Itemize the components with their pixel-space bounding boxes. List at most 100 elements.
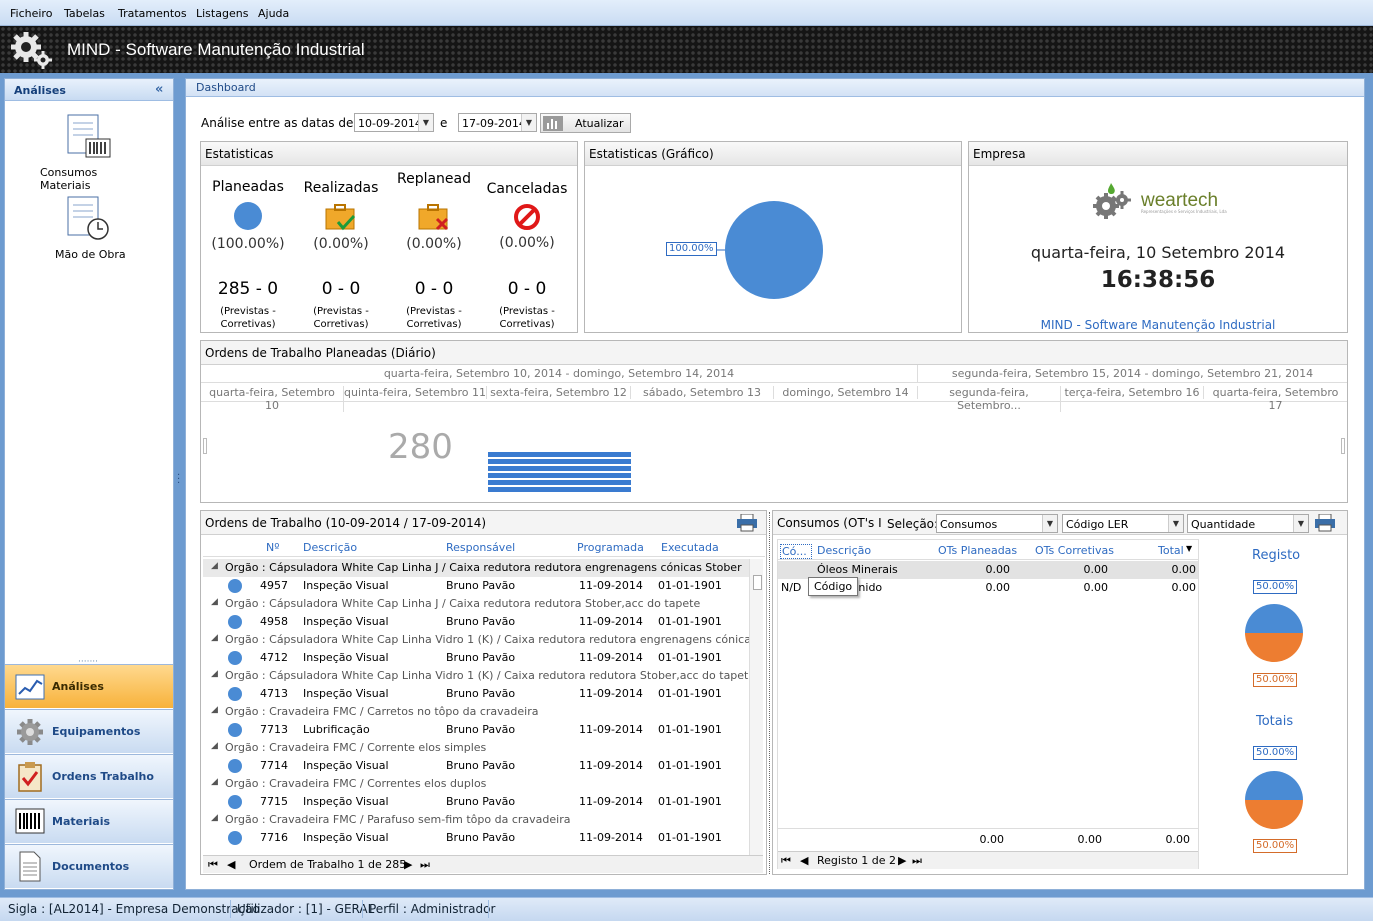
selection-group-select[interactable]: Código LER ▼ <box>1062 514 1184 533</box>
table-row[interactable]: 7715 Inspeção Visual Bruno Pavão 11-09-2014… <box>203 793 749 811</box>
cell-exec: 01-01-1901 <box>658 579 722 592</box>
status-dot-icon <box>228 759 242 773</box>
menu-ficheiro[interactable]: Ficheiro <box>10 7 52 20</box>
nav-analises[interactable]: Análises <box>5 664 173 708</box>
sidebar-item-mao-de-obra[interactable]: Mão de Obra <box>25 195 151 265</box>
col-header-code[interactable]: Có... <box>780 544 812 559</box>
table-row[interactable]: 4957 Inspeção Visual Bruno Pavão 11-09-2014… <box>203 577 749 595</box>
cell-corr: 0.00 <box>1083 581 1109 594</box>
status-bar: Sigla : [AL2014] - Empresa Demonstração … <box>0 897 1373 921</box>
menu-ajuda[interactable]: Ajuda <box>258 7 289 20</box>
planned-count: 280 <box>388 427 453 467</box>
col-header[interactable]: Programada <box>577 541 644 554</box>
cell-resp: Bruno Pavão <box>446 759 516 772</box>
nav-documentos[interactable]: Documentos <box>5 844 173 888</box>
stat-canceladas: Canceladas (0.00%) <box>482 181 572 251</box>
group-row[interactable]: ◢ Orgão : Cravadeira FMC / Carretos no tô… <box>203 703 749 721</box>
orders-panel: Ordens de Trabalho (10-09-2014 / 17-09-2… <box>200 510 767 875</box>
col-header[interactable]: Descrição <box>303 541 357 554</box>
date-from-picker[interactable]: 10-09-2014 ▼ <box>354 113 434 132</box>
group-label: Orgão : Cápsuladora White Cap Linha Vidr… <box>225 633 749 646</box>
cell-resp: Bruno Pavão <box>446 579 516 592</box>
group-row[interactable]: ◢ Orgão : Cápsuladora White Cap Linha Vid… <box>203 667 749 685</box>
scroll-right-handle[interactable] <box>1341 438 1345 454</box>
table-row[interactable]: 7716 Inspeção Visual Bruno Pavão 11-09-2014… <box>203 829 749 847</box>
collapse-group-icon[interactable]: ◢ <box>211 705 218 715</box>
col-header[interactable]: Descrição <box>817 544 871 557</box>
cell-exec: 01-01-1901 <box>658 687 722 700</box>
col-header[interactable]: Total <box>1158 544 1184 557</box>
table-row[interactable]: 4713 Inspeção Visual Bruno Pavão 11-09-2014… <box>203 685 749 703</box>
refresh-button[interactable]: Atualizar <box>540 113 631 133</box>
day-header: sábado, Setembro 13 <box>631 386 774 399</box>
collapse-group-icon[interactable]: ◢ <box>211 561 218 571</box>
collapse-group-icon[interactable]: ◢ <box>211 813 218 823</box>
group-row[interactable]: ◢ Orgão : Cápsuladora White Cap Linha J /… <box>203 595 749 613</box>
sort-desc-icon[interactable]: ▼ <box>1186 544 1192 553</box>
collapse-group-icon[interactable]: ◢ <box>211 777 218 787</box>
stat-name: Canceladas <box>486 181 568 197</box>
sidebar-splitter[interactable]: · · · <box>177 471 180 489</box>
col-header[interactable]: OTs Corretivas <box>1035 544 1114 557</box>
nav-materiais[interactable]: Materiais <box>5 799 173 843</box>
pager-next-icon[interactable]: ▶ <box>898 854 906 867</box>
cell-resp: Bruno Pavão <box>446 687 516 700</box>
pager-last-icon[interactable]: ⏭ <box>420 858 430 872</box>
stats-panel: Estatisticas Planeadas (100.00%) Realiza… <box>200 141 578 333</box>
pager-prev-icon[interactable]: ◀ <box>227 858 235 871</box>
menu-tratamentos[interactable]: Tratamentos <box>118 7 187 20</box>
tab-dashboard[interactable]: Dashboard <box>196 81 256 94</box>
group-row[interactable]: ◢ Orgão : Cravadeira FMC / Parafuso sem-f… <box>203 811 749 829</box>
table-row[interactable]: 4958 Inspeção Visual Bruno Pavão 11-09-2014… <box>203 613 749 631</box>
col-header[interactable]: Responsável <box>446 541 515 554</box>
col-header[interactable]: Executada <box>661 541 719 554</box>
pager-first-icon[interactable]: ⏮ <box>781 854 791 868</box>
cell-desc: Inspeção Visual <box>303 615 389 628</box>
print-icon[interactable] <box>736 514 758 532</box>
day-header: quinta-feira, Setembro 11 <box>344 386 487 399</box>
pager-prev-icon[interactable]: ◀ <box>800 854 808 867</box>
scrollbar-thumb[interactable] <box>753 575 762 590</box>
nav-ordens-trabalho[interactable]: Ordens Trabalho <box>5 754 173 798</box>
collapse-icon[interactable]: « <box>155 82 163 97</box>
appointment-bar[interactable] <box>488 452 631 492</box>
col-header[interactable]: Nº <box>266 541 279 554</box>
table-row[interactable]: 7714 Inspeção Visual Bruno Pavão 11-09-2014… <box>203 757 749 775</box>
day-header: domingo, Setembro 14 <box>774 386 918 399</box>
col-header[interactable]: OTs Planeadas <box>938 544 1017 557</box>
status-sigla: Sigla : [AL2014] - Empresa Demonstração <box>8 902 260 916</box>
registo-top-label: 50.00% <box>1253 580 1298 594</box>
pager-first-icon[interactable]: ⏮ <box>208 858 218 872</box>
company-footer-link[interactable]: MIND - Software Manutenção Industrial <box>969 318 1347 332</box>
selection-measure-value: Quantidade <box>1191 518 1256 531</box>
selection-group-value: Código LER <box>1066 518 1129 531</box>
orders-scrollbar[interactable] <box>749 559 763 856</box>
group-row[interactable]: ◢ Orgão : Cápsuladora White Cap Linha J /… <box>203 559 749 577</box>
date-to-picker[interactable]: 17-09-2014 ▼ <box>458 113 537 132</box>
menu-tabelas[interactable]: Tabelas <box>64 7 105 20</box>
table-row[interactable]: 7713 Lubrificação Bruno Pavão 11-09-2014 01-… <box>203 721 749 739</box>
chevron-down-icon: ▼ <box>521 114 536 131</box>
print-icon[interactable] <box>1314 514 1336 532</box>
collapse-group-icon[interactable]: ◢ <box>211 633 218 643</box>
collapse-group-icon[interactable]: ◢ <box>211 597 218 607</box>
panel-splitter[interactable] <box>769 512 770 874</box>
sidebar-item-consumos-materiais[interactable]: Consumos Materiais <box>25 113 151 192</box>
stat-pct: (0.00%) <box>313 236 369 252</box>
cell-desc: Lubrificação <box>303 723 370 736</box>
nav-label: Materiais <box>52 815 111 828</box>
collapse-group-icon[interactable]: ◢ <box>211 669 218 679</box>
collapse-group-icon[interactable]: ◢ <box>211 741 218 751</box>
pager-next-icon[interactable]: ▶ <box>404 858 412 871</box>
menu-listagens[interactable]: Listagens <box>196 7 248 20</box>
pager-last-icon[interactable]: ⏭ <box>912 854 922 868</box>
selection-measure-select[interactable]: Quantidade ▼ <box>1187 514 1309 533</box>
group-row[interactable]: ◢ Orgão : Cápsuladora White Cap Linha Vid… <box>203 631 749 649</box>
selection-type-select[interactable]: Consumos ▼ <box>936 514 1058 533</box>
nav-equipamentos[interactable]: Equipamentos <box>5 709 173 753</box>
group-row[interactable]: ◢ Orgão : Cravadeira FMC / Correntes elos… <box>203 775 749 793</box>
group-row[interactable]: ◢ Orgão : Cravadeira FMC / Corrente elos … <box>203 739 749 757</box>
scroll-left-handle[interactable] <box>203 438 207 454</box>
sidebar: Análises « Consumos Materiais Mão de Obr… <box>4 78 174 890</box>
table-row[interactable]: 4712 Inspeção Visual Bruno Pavão 11-09-2014… <box>203 649 749 667</box>
